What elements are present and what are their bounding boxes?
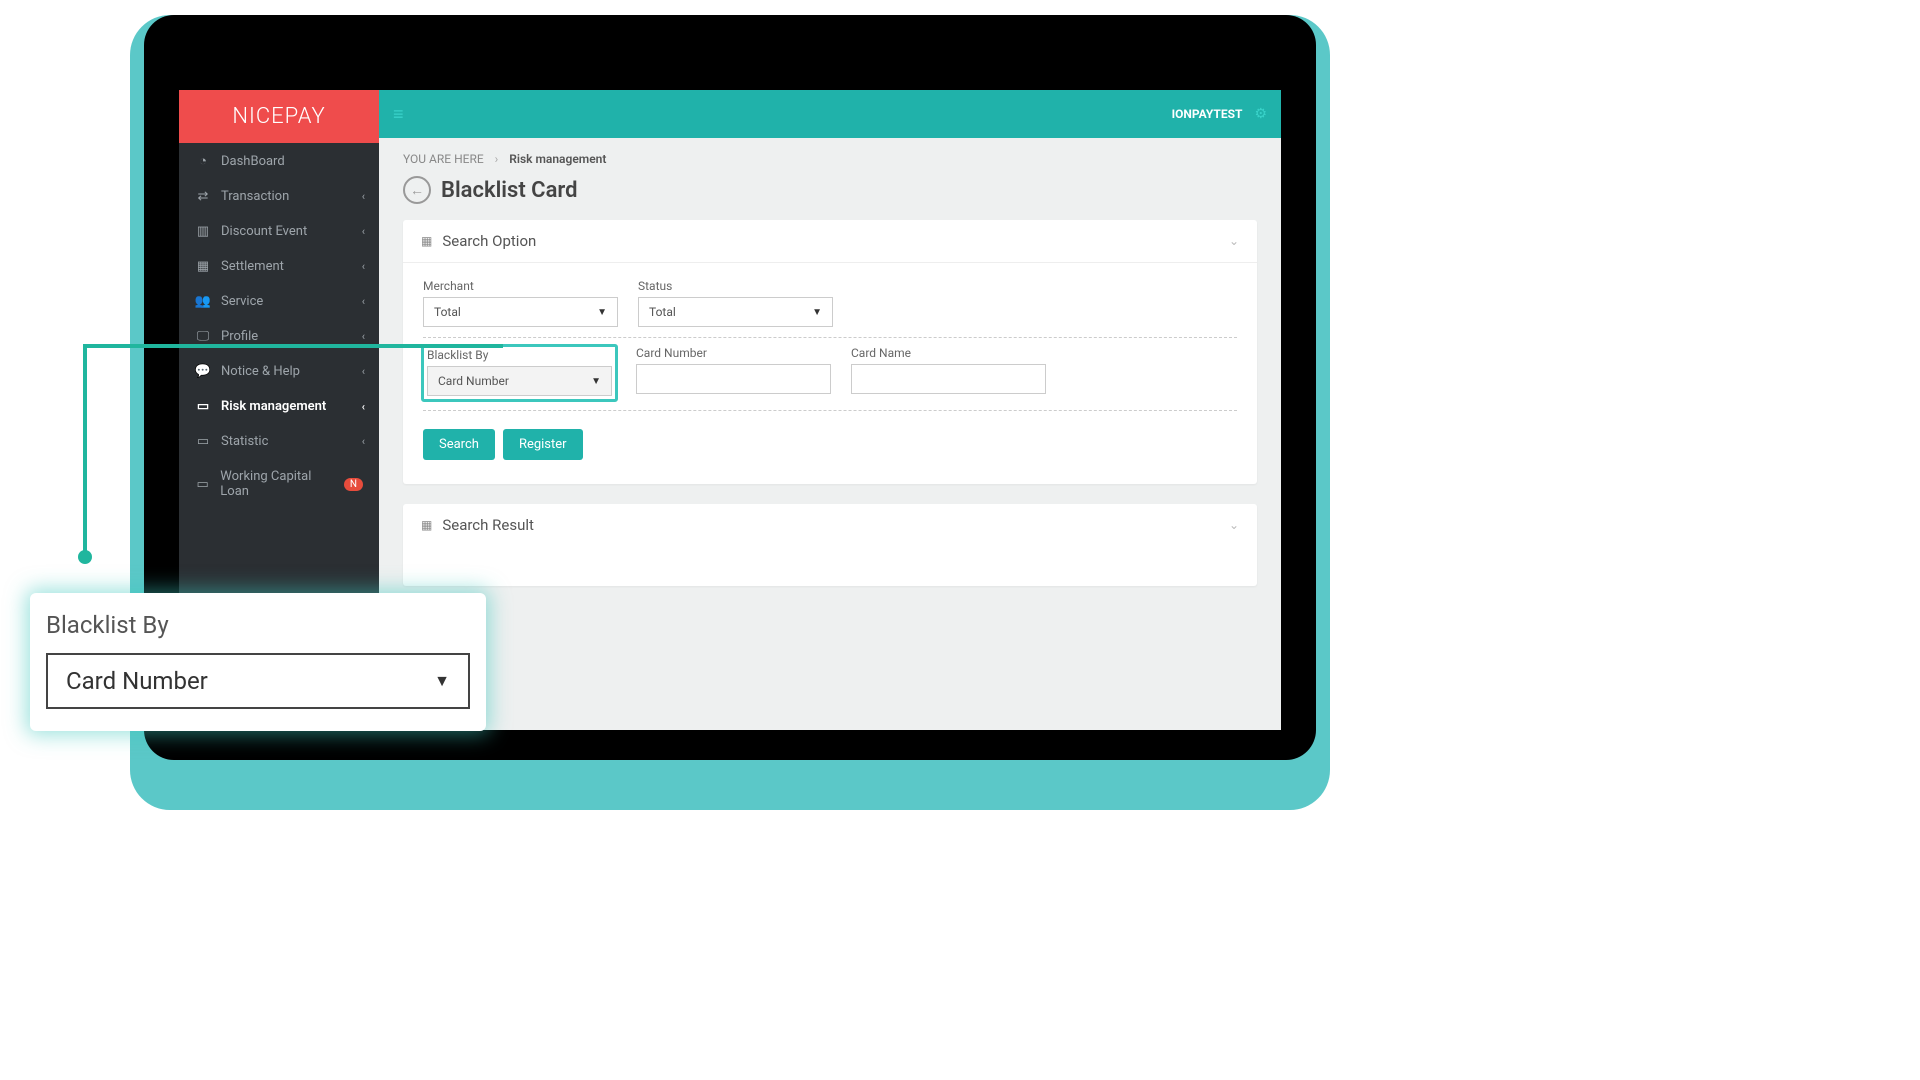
panel-search-option: ▦ Search Option ⌄ Merchant Total ▼ (403, 220, 1257, 484)
sidebar-item-settlement[interactable]: ▦ Settlement ‹ (179, 249, 379, 284)
collapse-icon[interactable]: ⌄ (1229, 234, 1239, 248)
caret-down-icon: ▼ (597, 307, 607, 318)
callout-connector (83, 344, 87, 559)
card-number-input[interactable] (636, 364, 831, 394)
callout-box: Blacklist By Card Number ▼ (30, 593, 486, 731)
sidebar-item-label: Notice & Help (221, 364, 300, 379)
sidebar-item-working-capital-loan[interactable]: ▭ Working Capital Loan N (179, 459, 379, 509)
collapse-icon[interactable]: ⌄ (1229, 518, 1239, 532)
callout-value: Card Number (66, 667, 208, 695)
grid-icon: ▦ (421, 234, 432, 248)
folder-icon: ▭ (195, 434, 211, 449)
callout-dot (78, 550, 92, 564)
sidebar-item-label: Statistic (221, 434, 268, 449)
sidebar-item-statistic[interactable]: ▭ Statistic ‹ (179, 424, 379, 459)
merchant-value: Total (434, 305, 461, 319)
sidebar-item-notice-help[interactable]: 💬 Notice & Help ‹ (179, 354, 379, 389)
user-label: IONPAYTEST (1172, 107, 1243, 121)
blacklist-by-label: Blacklist By (427, 348, 612, 362)
sidebar-item-label: Service (221, 294, 263, 309)
callout-connector (83, 344, 503, 348)
breadcrumb: YOU ARE HERE › Risk management (403, 152, 1257, 166)
field-card-name: Card Name (851, 346, 1046, 400)
brand-logo: NICEPAY (179, 90, 379, 143)
page-title: Blacklist Card (441, 178, 577, 203)
main: ≡ IONPAYTEST ⚙ YOU ARE HERE › Risk manag… (379, 90, 1281, 730)
chevron-left-icon: ‹ (362, 435, 365, 448)
sidebar-item-label: Settlement (221, 259, 284, 274)
chevron-right-icon: › (495, 152, 499, 166)
sidebar-item-transaction[interactable]: ⇄ Transaction ‹ (179, 179, 379, 214)
caret-down-icon: ▼ (591, 376, 601, 387)
content: YOU ARE HERE › Risk management ← Blackli… (379, 138, 1281, 620)
sidebar-item-label: Discount Event (221, 224, 307, 239)
blacklist-by-select[interactable]: Card Number ▼ (427, 366, 612, 396)
callout-select[interactable]: Card Number ▼ (46, 653, 470, 709)
dashboard-icon: ◔ (195, 153, 211, 169)
sidebar-item-label: Profile (221, 329, 258, 344)
status-value: Total (649, 305, 676, 319)
sidebar-item-service[interactable]: 👥 Service ‹ (179, 284, 379, 319)
breadcrumb-root: YOU ARE HERE (403, 152, 484, 166)
chevron-left-icon: ‹ (362, 225, 365, 238)
field-card-number: Card Number (636, 346, 831, 400)
topbar: ≡ IONPAYTEST ⚙ (379, 90, 1281, 138)
sidebar-item-dashboard[interactable]: ◔ DashBoard (179, 143, 379, 179)
monitor-icon: 🖵 (195, 329, 211, 344)
sidebar-item-label: Working Capital Loan (220, 469, 338, 499)
page-title-row: ← Blacklist Card (403, 176, 1257, 204)
panel-title: Search Option (442, 232, 536, 250)
sidebar-item-label: DashBoard (221, 154, 285, 169)
chevron-left-icon: ‹ (362, 330, 365, 343)
status-select[interactable]: Total ▼ (638, 297, 833, 327)
arrow-left-icon: ← (410, 182, 424, 199)
card-number-label: Card Number (636, 346, 831, 360)
card-name-input[interactable] (851, 364, 1046, 394)
sidebar-item-label: Risk management (221, 399, 326, 414)
sidebar-item-profile[interactable]: 🖵 Profile ‹ (179, 319, 379, 354)
gear-icon[interactable]: ⚙ (1254, 106, 1267, 122)
breadcrumb-current: Risk management (509, 152, 606, 166)
folder-icon: ▭ (195, 399, 211, 414)
back-button[interactable]: ← (403, 176, 431, 204)
sidebar-item-risk-management[interactable]: ▭ Risk management ‹ (179, 389, 379, 424)
chart-icon: ▥ (195, 224, 211, 239)
register-button[interactable]: Register (503, 429, 583, 460)
status-label: Status (638, 279, 833, 293)
sidebar-item-discount-event[interactable]: ▥ Discount Event ‹ (179, 214, 379, 249)
callout-label: Blacklist By (46, 611, 470, 639)
menu-toggle-icon[interactable]: ≡ (393, 104, 404, 125)
field-blacklist-by: Blacklist By Card Number ▼ (423, 346, 616, 400)
new-badge: N (344, 478, 363, 491)
panel-header-search-result: ▦ Search Result ⌄ (403, 504, 1257, 546)
chevron-left-icon: ‹ (362, 365, 365, 378)
transaction-icon: ⇄ (195, 189, 211, 204)
blacklist-by-value: Card Number (438, 374, 509, 388)
chevron-left-icon: ‹ (362, 260, 365, 273)
merchant-label: Merchant (423, 279, 618, 293)
panel-title: Search Result (442, 516, 534, 534)
chevron-left-icon: ‹ (362, 190, 365, 203)
card-name-label: Card Name (851, 346, 1046, 360)
chevron-left-icon: ‹ (362, 400, 365, 413)
panel-body: Merchant Total ▼ Status Total (403, 263, 1257, 484)
folder-icon: ▭ (195, 477, 210, 492)
merchant-select[interactable]: Total ▼ (423, 297, 618, 327)
search-button[interactable]: Search (423, 429, 495, 460)
caret-down-icon: ▼ (812, 307, 822, 318)
grid-icon: ▦ (421, 518, 432, 532)
calendar-icon: ▦ (195, 259, 211, 274)
users-icon: 👥 (195, 294, 211, 309)
field-merchant: Merchant Total ▼ (423, 279, 618, 327)
caret-down-icon: ▼ (434, 671, 450, 691)
chat-icon: 💬 (195, 364, 211, 379)
field-status: Status Total ▼ (638, 279, 833, 327)
sidebar-item-label: Transaction (221, 189, 289, 204)
chevron-left-icon: ‹ (362, 295, 365, 308)
panel-header-search-option: ▦ Search Option ⌄ (403, 220, 1257, 263)
panel-search-result: ▦ Search Result ⌄ (403, 504, 1257, 586)
